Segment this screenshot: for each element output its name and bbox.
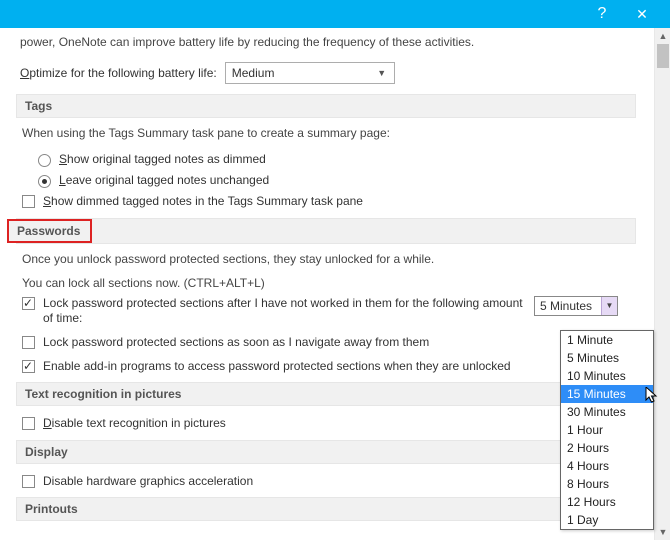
radio-icon[interactable] <box>38 175 51 188</box>
dropdown-option[interactable]: 1 Hour <box>561 421 653 439</box>
passwords-intro-text: Once you unlock password protected secti… <box>16 252 636 276</box>
battery-intro-text: power, OneNote can improve battery life … <box>16 32 636 60</box>
passwords-lock-nav-label: Lock password protected sections as soon… <box>43 335 636 351</box>
radio-icon[interactable] <box>38 154 51 167</box>
dropdown-option[interactable]: 12 Hours <box>561 493 653 511</box>
checkbox-icon[interactable] <box>22 195 35 208</box>
section-header-display: Display <box>16 440 636 464</box>
scroll-down-icon[interactable]: ▼ <box>655 524 670 540</box>
passwords-lock-timeout-checkbox[interactable]: Lock password protected sections after I… <box>16 294 636 333</box>
options-panel: power, OneNote can improve battery life … <box>0 28 654 540</box>
battery-optimize-value: Medium <box>232 66 275 80</box>
tags-show-dimmed-checkbox[interactable]: Show dimmed tagged notes in the Tags Sum… <box>16 192 636 216</box>
dropdown-option[interactable]: 30 Minutes <box>561 403 653 421</box>
display-disable-hw-checkbox[interactable]: Disable hardware graphics acceleration <box>16 472 636 496</box>
tags-intro-text: When using the Tags Summary task pane to… <box>16 126 636 150</box>
scroll-up-icon[interactable]: ▲ <box>655 28 670 44</box>
tags-option-dimmed[interactable]: Show original tagged notes as dimmed <box>16 150 636 171</box>
dropdown-option[interactable]: 8 Hours <box>561 475 653 493</box>
battery-optimize-label: Optimize for the following battery life: <box>20 66 217 80</box>
close-button[interactable]: ✕ <box>622 0 662 28</box>
battery-optimize-select[interactable]: Medium ▼ <box>225 62 395 84</box>
cursor-icon <box>645 387 659 408</box>
tags-option-unchanged[interactable]: Leave original tagged notes unchanged <box>16 171 636 192</box>
passwords-timeout-select[interactable]: 5 Minutes ▼ <box>534 296 618 316</box>
passwords-timeout-value: 5 Minutes <box>540 299 592 313</box>
display-disable-hw-label: Disable hardware graphics acceleration <box>43 474 636 490</box>
dropdown-option[interactable]: 2 Hours <box>561 439 653 457</box>
chevron-down-icon[interactable]: ▼ <box>601 297 617 315</box>
checkbox-icon[interactable] <box>22 336 35 349</box>
scrollbar-thumb[interactable] <box>657 44 669 68</box>
section-header-printouts: Printouts <box>16 497 636 521</box>
tags-option-dimmed-label: Show original tagged notes as dimmed <box>59 152 266 166</box>
section-header-tags: Tags <box>16 94 636 118</box>
dropdown-option[interactable]: 1 Minute <box>561 331 653 349</box>
passwords-timeout-dropdown[interactable]: 1 Minute5 Minutes10 Minutes15 Minutes30 … <box>560 330 654 530</box>
dropdown-option[interactable]: 1 Day <box>561 511 653 529</box>
titlebar: ? ✕ <box>0 0 670 28</box>
help-button[interactable]: ? <box>582 0 622 28</box>
dropdown-option[interactable]: 15 Minutes <box>561 385 653 403</box>
passwords-lock-nav-checkbox[interactable]: Lock password protected sections as soon… <box>16 333 636 357</box>
checkbox-icon[interactable] <box>22 360 35 373</box>
tags-show-dimmed-label: Show dimmed tagged notes in the Tags Sum… <box>43 194 636 210</box>
dropdown-option[interactable]: 10 Minutes <box>561 367 653 385</box>
vertical-scrollbar[interactable]: ▲ ▼ <box>654 28 670 540</box>
checkbox-icon[interactable] <box>22 475 35 488</box>
dropdown-option[interactable]: 5 Minutes <box>561 349 653 367</box>
checkbox-icon[interactable] <box>22 297 35 310</box>
chevron-down-icon: ▼ <box>374 68 390 78</box>
text-recog-disable-checkbox[interactable]: Disable text recognition in pictures <box>16 414 636 438</box>
passwords-enable-addin-checkbox[interactable]: Enable add-in programs to access passwor… <box>16 357 636 381</box>
section-header-passwords: Passwords <box>16 218 636 244</box>
text-recog-disable-label: Disable text recognition in pictures <box>43 416 636 432</box>
checkbox-icon[interactable] <box>22 417 35 430</box>
section-header-text-recognition: Text recognition in pictures <box>16 382 636 406</box>
tags-option-unchanged-label: Leave original tagged notes unchanged <box>59 173 269 187</box>
battery-optimize-row: Optimize for the following battery life:… <box>16 60 636 92</box>
passwords-lock-now-text: You can lock all sections now. (CTRL+ALT… <box>16 276 636 294</box>
passwords-enable-addin-label: Enable add-in programs to access passwor… <box>43 359 636 375</box>
dropdown-option[interactable]: 4 Hours <box>561 457 653 475</box>
